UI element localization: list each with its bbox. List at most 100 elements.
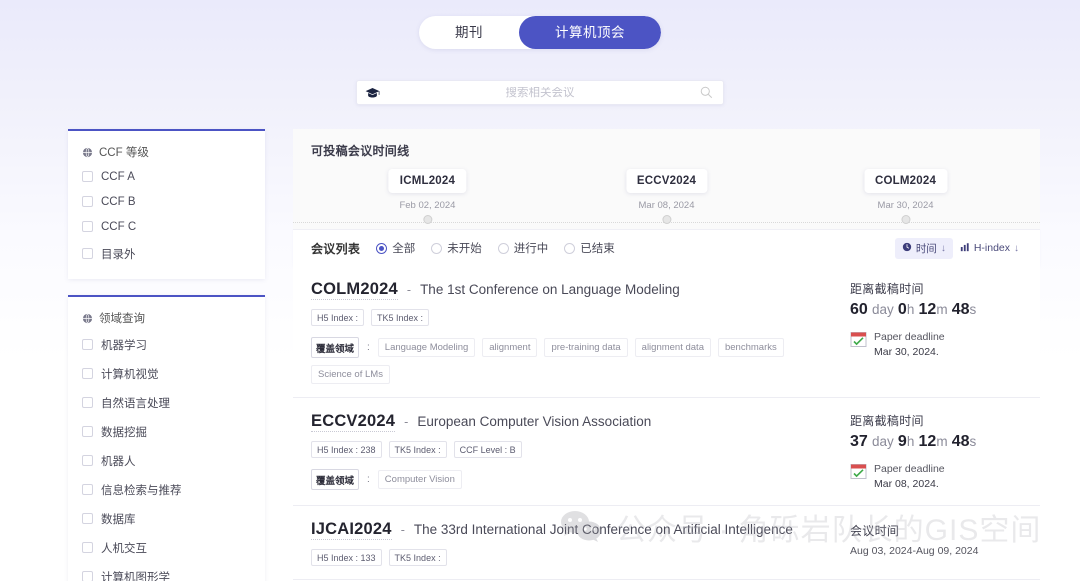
- paper-deadline-date: Mar 30, 2024.: [874, 346, 939, 359]
- search-bar[interactable]: [356, 80, 724, 105]
- radio-indicator-ended[interactable]: [564, 242, 576, 254]
- index-tag: H5 Index : 238: [311, 441, 382, 458]
- checkbox-nlp[interactable]: [82, 397, 93, 408]
- main-column: 可投稿会议时间线 ICML2024 Feb 02, 2024 ECCV2024 …: [293, 129, 1040, 581]
- sidebar-item-machine-learning[interactable]: 机器学习: [68, 330, 265, 359]
- field-tag[interactable]: alignment: [482, 338, 538, 357]
- paper-deadline-label: Paper deadline: [874, 331, 945, 343]
- checkbox-computer-vision[interactable]: [82, 368, 93, 379]
- deadline-countdown-value: 60 day 0h 12m 48s: [850, 301, 1026, 319]
- sidebar-item-label: 数据挖掘: [101, 426, 147, 439]
- sidebar-item-label: 计算机视觉: [101, 368, 159, 381]
- radio-label-ongoing: 进行中: [513, 243, 549, 255]
- checkbox-database[interactable]: [82, 513, 93, 524]
- radio-indicator-all[interactable]: [376, 242, 388, 254]
- page-content: CCF 等级 CCF A CCF B CCF C 目录外 领域查询 机器学习 计…: [0, 129, 1080, 581]
- conference-info: ECCV2024 - European Computer Vision Asso…: [311, 412, 840, 492]
- checkbox-ccf-a[interactable]: [82, 171, 93, 182]
- field-tag[interactable]: pre-training data: [544, 338, 628, 357]
- conference-row-eccv2024[interactable]: ECCV2024 - European Computer Vision Asso…: [293, 398, 1040, 507]
- conference-abbr[interactable]: ECCV2024: [311, 412, 396, 432]
- timeline-node-colm[interactable]: COLM2024 Mar 30, 2024: [864, 169, 948, 224]
- radio-option-ended[interactable]: 已结束: [564, 240, 615, 256]
- sidebar-item-computer-graphics[interactable]: 计算机图形学: [68, 562, 265, 581]
- radio-option-ongoing[interactable]: 进行中: [497, 240, 549, 256]
- sidebar-card-field-query: 领域查询 机器学习 计算机视觉 自然语言处理 数据挖掘 机器人 信息检索与推荐 …: [68, 295, 265, 581]
- sidebar-item-outside-list[interactable]: 目录外: [68, 239, 265, 268]
- search-input[interactable]: [380, 86, 700, 99]
- field-tag[interactable]: Computer Vision: [377, 470, 462, 489]
- sort-by-time-button[interactable]: 时间 ↓: [894, 237, 953, 259]
- sidebar-item-ccf-b[interactable]: CCF B: [68, 189, 265, 214]
- conference-row-colm2024[interactable]: COLM2024 - The 1st Conference on Languag…: [293, 266, 1040, 398]
- timeline-node-date: Mar 30, 2024: [877, 200, 934, 211]
- sidebar-item-computer-vision[interactable]: 计算机视觉: [68, 359, 265, 388]
- sidebar-item-database[interactable]: 数据库: [68, 504, 265, 533]
- index-tag: TK5 Index :: [388, 549, 447, 567]
- timeline-node-date: Feb 02, 2024: [399, 200, 456, 211]
- radio-indicator-ongoing[interactable]: [497, 242, 509, 254]
- checkbox-ccf-c[interactable]: [82, 221, 93, 232]
- search-icon[interactable]: [700, 86, 713, 99]
- countdown-day-unit: day: [871, 302, 894, 317]
- sidebar-item-ccf-a[interactable]: CCF A: [68, 164, 265, 189]
- countdown-seconds: 48: [951, 301, 970, 318]
- sidebar-item-label: 人机交互: [101, 542, 147, 555]
- submission-timeline: 可投稿会议时间线 ICML2024 Feb 02, 2024 ECCV2024 …: [293, 129, 1040, 229]
- tab-switch: 期刊 计算机顶会: [419, 16, 661, 49]
- timeline-node-eccv[interactable]: ECCV2024 Mar 08, 2024: [625, 169, 708, 224]
- conference-abbr[interactable]: COLM2024: [311, 280, 398, 300]
- sidebar-item-nlp[interactable]: 自然语言处理: [68, 388, 265, 417]
- checkbox-hci[interactable]: [82, 542, 93, 553]
- conference-row-ijcai2024[interactable]: IJCAI2024 - The 33rd International Joint…: [293, 506, 1040, 581]
- radio-label-not-started: 未开始: [447, 243, 482, 255]
- timeline-title: 可投稿会议时间线: [311, 144, 410, 158]
- sidebar-item-data-mining[interactable]: 数据挖掘: [68, 417, 265, 446]
- sidebar-item-label: 数据库: [101, 513, 136, 526]
- conference-abbr[interactable]: IJCAI2024: [311, 520, 392, 541]
- field-label: 覆盖领域: [311, 337, 360, 358]
- checkbox-information-retrieval[interactable]: [82, 484, 93, 495]
- field-colon: :: [367, 342, 370, 353]
- graduation-cap-icon: [365, 87, 380, 99]
- paper-deadline-label: Paper deadline: [874, 463, 945, 475]
- checkbox-robotics[interactable]: [82, 455, 93, 466]
- checkbox-data-mining[interactable]: [82, 426, 93, 437]
- calendar-check-icon: [850, 463, 867, 480]
- conference-dash: -: [404, 415, 409, 429]
- field-tag[interactable]: benchmarks: [717, 338, 784, 357]
- sidebar-item-label: 目录外: [101, 248, 136, 261]
- countdown-seconds: 48: [951, 433, 970, 450]
- conference-meeting-time-panel: 会议时间 Aug 03, 2024-Aug 09, 2024: [850, 522, 1026, 566]
- radio-label-ended: 已结束: [580, 243, 615, 255]
- conference-full-name: The 1st Conference on Language Modeling: [420, 282, 680, 297]
- conference-dash: -: [406, 283, 412, 297]
- tab-cs-conferences[interactable]: 计算机顶会: [519, 16, 661, 49]
- radio-indicator-not-started[interactable]: [431, 242, 443, 254]
- sidebar-item-hci[interactable]: 人机交互: [68, 533, 265, 562]
- conference-heading: ECCV2024 - European Computer Vision Asso…: [311, 412, 840, 432]
- sidebar-item-ccf-c[interactable]: CCF C: [68, 214, 265, 239]
- radio-option-not-started[interactable]: 未开始: [431, 240, 482, 256]
- conference-list-label: 会议列表: [311, 241, 361, 256]
- bar-chart-icon: [960, 242, 970, 255]
- radio-option-all[interactable]: 全部: [376, 240, 415, 256]
- search-container: [0, 80, 1080, 105]
- paper-deadline-block: Paper deadline Mar 08, 2024.: [850, 462, 1026, 492]
- countdown-hour-unit: h: [906, 434, 915, 449]
- sort-by-hindex-button[interactable]: H-index ↓: [953, 239, 1026, 258]
- checkbox-machine-learning[interactable]: [82, 339, 93, 350]
- checkbox-outside-list[interactable]: [82, 248, 93, 259]
- sidebar-item-robotics[interactable]: 机器人: [68, 446, 265, 475]
- field-tag[interactable]: Science of LMs: [311, 365, 390, 384]
- timeline-node-icml[interactable]: ICML2024 Feb 02, 2024: [388, 169, 467, 224]
- checkbox-ccf-b[interactable]: [82, 196, 93, 207]
- index-tag: TK5 Index :: [371, 309, 430, 326]
- checkbox-computer-graphics[interactable]: [82, 571, 93, 581]
- tab-journals[interactable]: 期刊: [419, 16, 519, 49]
- field-tag[interactable]: alignment data: [634, 338, 711, 357]
- field-tag[interactable]: Language Modeling: [377, 338, 476, 357]
- timeline-node-name: ICML2024: [388, 169, 467, 193]
- sort-arrow-down-icon: ↓: [940, 242, 946, 254]
- sidebar-item-information-retrieval[interactable]: 信息检索与推荐: [68, 475, 265, 504]
